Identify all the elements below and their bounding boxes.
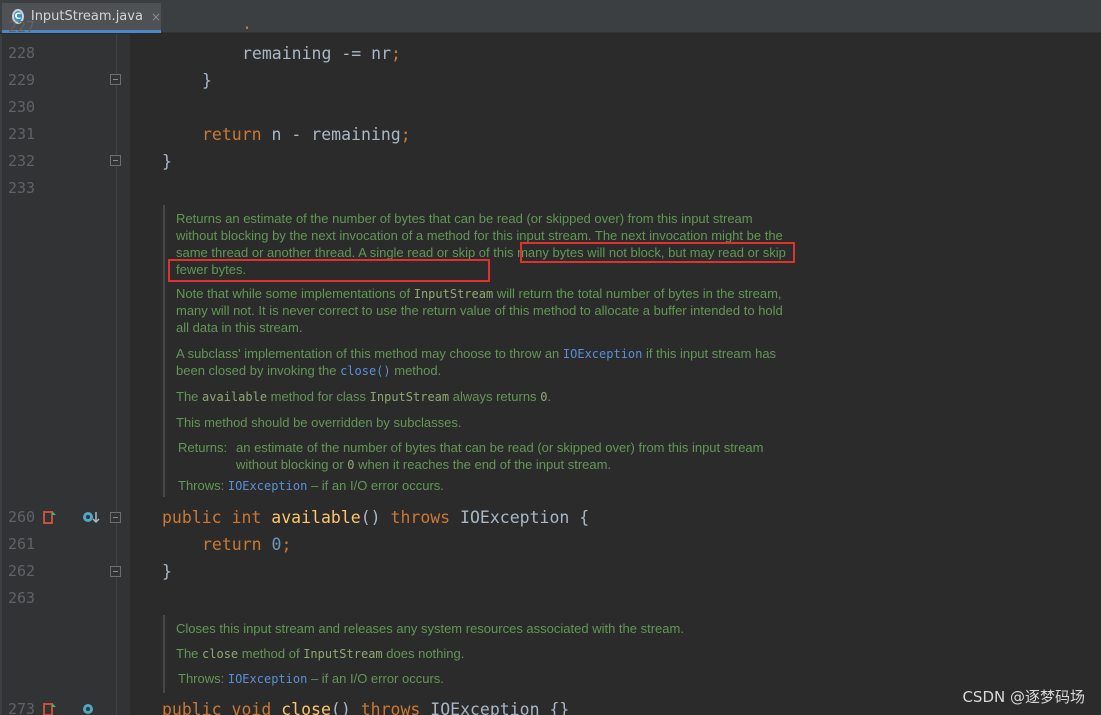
code-token: public bbox=[162, 508, 222, 527]
code-token: close bbox=[281, 700, 331, 715]
doc-paragraph: Closes this input stream and releases an… bbox=[176, 620, 788, 637]
doc-text: always returns bbox=[449, 389, 541, 404]
gutter-edge bbox=[0, 34, 2, 715]
fold-marker-icon[interactable] bbox=[110, 155, 121, 166]
line-number[interactable]: 230 bbox=[8, 98, 48, 116]
code-token: } bbox=[162, 562, 172, 581]
code-line-231[interactable]: return n - remaining; bbox=[202, 123, 411, 147]
line-number[interactable]: 231 bbox=[8, 125, 48, 143]
code-line-261[interactable]: return 0; bbox=[202, 533, 291, 557]
csdn-watermark: CSDN @逐梦码场 bbox=[962, 688, 1085, 706]
line-number[interactable]: 227 bbox=[8, 18, 48, 36]
doc-text: . bbox=[547, 389, 552, 404]
line-number[interactable]: 229 bbox=[8, 71, 48, 89]
doc-paragraph: The close method of InputStream does not… bbox=[176, 645, 788, 662]
code-token: IOException { bbox=[450, 508, 590, 527]
overridden-method-icon[interactable] bbox=[82, 509, 100, 525]
doc-text: – if an I/O error occurs. bbox=[307, 671, 444, 686]
javadoc-close: Closes this input stream and releases an… bbox=[163, 615, 785, 693]
line-number[interactable]: 263 bbox=[8, 589, 48, 607]
code-token: () bbox=[360, 508, 391, 527]
code-token: public bbox=[162, 700, 222, 715]
code-token: n - remaining bbox=[261, 125, 401, 144]
doc-code: InputStream bbox=[303, 647, 383, 661]
doc-text: does nothing. bbox=[382, 646, 465, 661]
doc-paragraph: A subclass' implementation of this metho… bbox=[176, 345, 788, 379]
doc-throws: Throws: IOException – if an I/O error oc… bbox=[178, 477, 790, 494]
doc-code: InputStream bbox=[369, 390, 450, 404]
doc-text: method. bbox=[390, 363, 442, 378]
code-token: ; bbox=[391, 44, 401, 63]
doc-code: close bbox=[202, 647, 239, 661]
doc-throws: Throws: IOException – if an I/O error oc… bbox=[178, 670, 790, 687]
doc-text: The bbox=[176, 646, 203, 661]
doc-text: when it reaches the end of the input str… bbox=[354, 457, 612, 472]
code-token: } bbox=[202, 71, 212, 90]
code-line-229[interactable]: } bbox=[202, 69, 212, 93]
code-line-228[interactable]: remaining -= nr; bbox=[242, 42, 401, 66]
code-token: int bbox=[231, 508, 262, 527]
doc-text: method of bbox=[238, 646, 304, 661]
doc-tag: Throws: bbox=[178, 478, 225, 493]
doc-tag: Throws: bbox=[178, 671, 225, 686]
code-token: return bbox=[202, 535, 262, 554]
highlight-box bbox=[520, 242, 795, 263]
doc-link[interactable]: IOException bbox=[228, 672, 307, 686]
fold-marker-icon[interactable] bbox=[110, 566, 121, 577]
close-icon[interactable]: × bbox=[151, 10, 161, 24]
fold-marker-icon[interactable] bbox=[110, 74, 121, 85]
fold-marker-icon[interactable] bbox=[110, 512, 121, 523]
doc-link[interactable]: IOException bbox=[563, 347, 642, 361]
line-number[interactable]: 228 bbox=[8, 44, 48, 62]
doc-link[interactable]: IOException bbox=[228, 479, 307, 493]
doc-code: 0 bbox=[347, 458, 355, 472]
doc-code: InputStream bbox=[413, 287, 494, 301]
code-token: ; bbox=[400, 125, 411, 144]
doc-paragraph: Note that while some implementations of … bbox=[176, 285, 788, 336]
code-token: ; bbox=[281, 535, 292, 554]
implements-method-icon[interactable] bbox=[42, 701, 58, 715]
overridden-method-icon[interactable] bbox=[82, 701, 100, 715]
doc-returns-tag: Returns: bbox=[178, 439, 238, 456]
doc-paragraph: The available method for class InputStre… bbox=[176, 388, 788, 405]
code-token: 0 bbox=[271, 535, 282, 554]
code-line-227[interactable]: ; bbox=[242, 18, 252, 32]
code-token: return bbox=[202, 125, 262, 144]
code-token: remaining -= nr bbox=[242, 44, 392, 63]
code-line-262[interactable]: } bbox=[162, 560, 172, 584]
code-line-232[interactable]: } bbox=[162, 150, 172, 174]
doc-paragraph: This method should be overridden by subc… bbox=[176, 414, 788, 431]
code-token: IOException {} bbox=[420, 700, 570, 715]
doc-text: Note that while some implementations of bbox=[176, 286, 414, 301]
line-number[interactable]: 233 bbox=[8, 179, 48, 197]
editor-tab-bar: C InputStream.java × bbox=[0, 0, 1101, 33]
doc-returns-text: an estimate of the number of bytes that … bbox=[236, 439, 781, 473]
line-number[interactable]: 261 bbox=[8, 535, 48, 553]
code-token: ; bbox=[242, 20, 252, 32]
doc-tag: Returns: bbox=[178, 440, 228, 455]
code-token: available bbox=[271, 508, 361, 527]
doc-link[interactable]: close() bbox=[340, 364, 391, 378]
doc-code: available bbox=[202, 390, 268, 404]
code-line-260[interactable]: public int available() throws IOExceptio… bbox=[162, 506, 589, 530]
highlight-box bbox=[168, 259, 490, 282]
code-token: throws bbox=[360, 700, 421, 715]
doc-text: The bbox=[176, 389, 203, 404]
doc-text: This method should be overridden by subc… bbox=[176, 415, 462, 430]
code-token: throws bbox=[390, 508, 451, 527]
line-number[interactable]: 232 bbox=[8, 152, 48, 170]
code-token: void bbox=[231, 700, 272, 715]
doc-text: A subclass' implementation of this metho… bbox=[176, 346, 563, 361]
code-token: () bbox=[330, 700, 361, 715]
doc-text: Closes this input stream and releases an… bbox=[176, 621, 684, 636]
fold-guide-line bbox=[116, 34, 117, 715]
code-token: } bbox=[162, 152, 172, 171]
doc-text: method for class bbox=[267, 389, 370, 404]
code-line-273[interactable]: public void close() throws IOException {… bbox=[162, 698, 569, 715]
line-number[interactable]: 262 bbox=[8, 562, 48, 580]
implements-method-icon[interactable] bbox=[42, 509, 58, 525]
doc-text: – if an I/O error occurs. bbox=[307, 478, 444, 493]
